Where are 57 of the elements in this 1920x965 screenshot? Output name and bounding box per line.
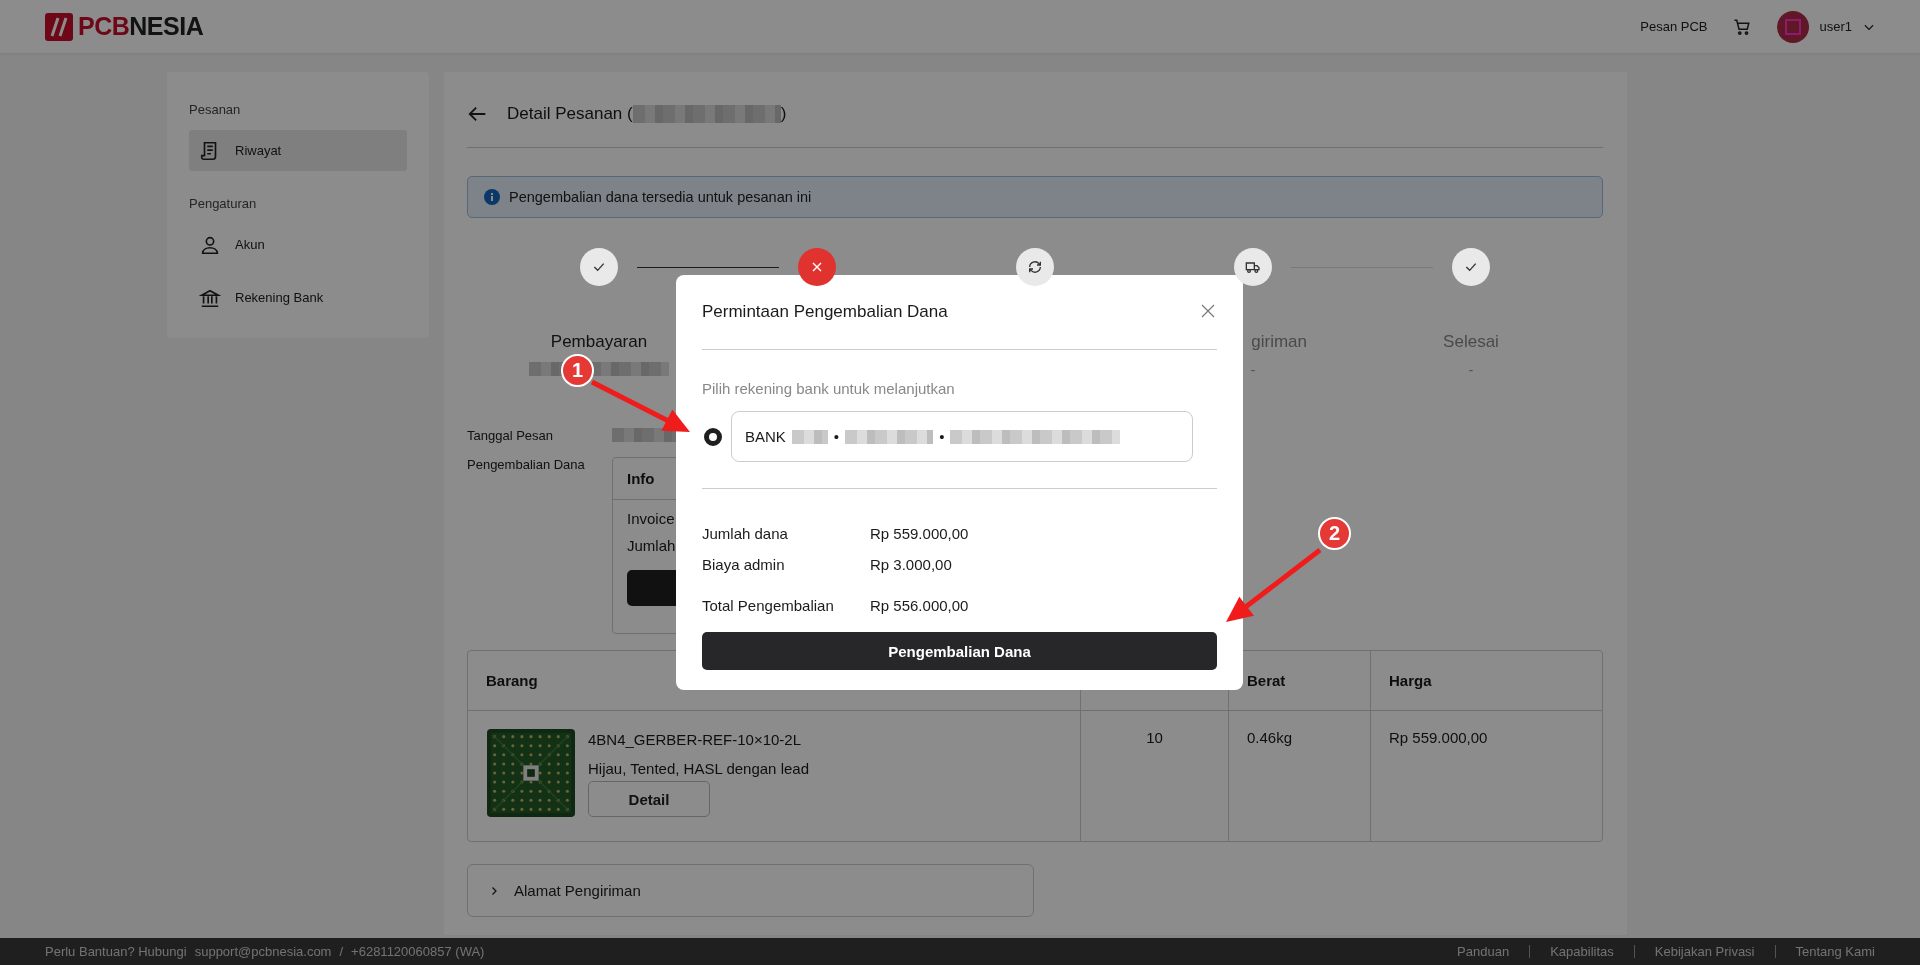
sidebar-section-title: Pengaturan — [189, 196, 258, 211]
summary-value: Rp 556.000,00 — [870, 596, 970, 616]
summary-value: Rp 3.000,00 — [870, 556, 953, 575]
page-title: Detail Pesanan ( ) — [507, 103, 787, 124]
info-row: Jumlah — [627, 537, 676, 554]
summary-label: Biaya admin — [702, 556, 786, 575]
step-label: giriman — [1251, 332, 1307, 351]
info-icon — [484, 189, 500, 205]
phone-link[interactable]: +6281120060857 (WA) — [351, 944, 485, 959]
step-date: - — [1468, 360, 1474, 378]
bank-label: BANK — [745, 428, 786, 445]
dot-separator: • — [833, 428, 840, 445]
detail-label: Tanggal Pesan — [467, 428, 554, 445]
cart-icon[interactable] — [1733, 17, 1752, 36]
email-link[interactable]: support@pcbnesia.com — [194, 944, 332, 959]
step-date: - — [1250, 360, 1256, 378]
summary-label: Total Pengembalian — [702, 596, 835, 616]
footer-link[interactable]: Panduan — [1457, 944, 1510, 959]
logo-icon — [44, 11, 74, 42]
close-button[interactable] — [1199, 302, 1217, 320]
truck-icon — [1245, 259, 1261, 275]
summary-value: Rp 559.000,00 — [870, 525, 970, 544]
refund-button[interactable]: Pengembalian Dana — [702, 632, 1217, 670]
detail-label: Pengembalian Dana — [467, 457, 586, 474]
footer-separator: / — [339, 944, 344, 959]
sidebar-item[interactable]: Akun — [189, 224, 407, 265]
bank-option[interactable]: BANK • • — [731, 411, 1193, 462]
item-name: 4BN4_GERBER-REF-10×10-2L — [588, 731, 802, 748]
table-cell: Rp 559.000,00 — [1370, 711, 1602, 841]
nav-link[interactable]: Pesan PCB — [1640, 19, 1708, 34]
avatar-icon — [1777, 10, 1810, 43]
user-menu[interactable]: user1 — [1777, 10, 1876, 43]
column-header: Harga — [1370, 651, 1602, 711]
address-accordion[interactable]: Alamat Pengiriman — [467, 864, 1034, 917]
step-label: Pembayaran — [550, 332, 648, 351]
dialog-prompt: Pilih rekening bank untuk melanjutkan — [702, 380, 956, 397]
item-spec: Hijau, Tented, HASL dengan lead — [588, 760, 809, 777]
help-text: Perlu Bantuan? Hubungi — [45, 944, 187, 959]
brand-name[interactable]: PCBNESIA — [78, 12, 204, 41]
sidebar-item[interactable]: Rekening Bank — [189, 277, 407, 318]
footer-link[interactable]: Tentang Kami — [1795, 944, 1875, 959]
dot-separator: • — [939, 428, 945, 445]
step-label: Selesai — [1443, 332, 1499, 351]
table-cell: 0.46kg — [1228, 711, 1370, 841]
dialog-title: Permintaan Pengembalian Dana — [702, 302, 948, 322]
table-cell: 10 — [1080, 711, 1228, 841]
summary-label: Jumlah dana — [702, 525, 789, 544]
footer-link[interactable]: Kebijakan Privasi — [1654, 944, 1755, 959]
footer-link[interactable]: Kapabilitas — [1550, 944, 1614, 959]
refresh-icon — [1027, 259, 1043, 275]
info-row: Invoice — [627, 510, 675, 527]
close-icon — [1199, 302, 1217, 320]
alert-text: Pengembalian dana tersedia untuk pesanan ini — [509, 189, 812, 205]
sidebar-item[interactable]: Riwayat — [189, 130, 407, 171]
sidebar-section-title: Pesanan — [189, 102, 242, 117]
detail-button[interactable]: Detail — [588, 781, 710, 817]
radio-button[interactable] — [704, 427, 722, 446]
